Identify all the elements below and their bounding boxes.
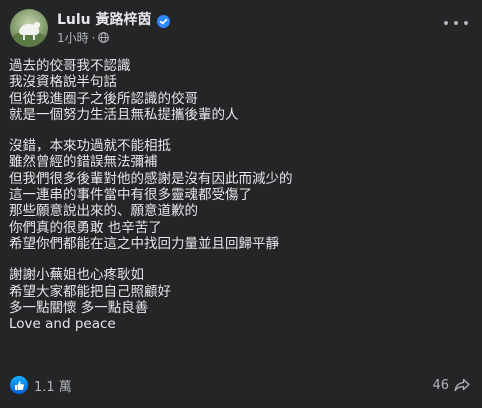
share-arrow-icon[interactable] xyxy=(454,378,470,392)
post-paragraph: 沒錯，本來功過就不能相抵 雖然曾經的錯誤無法彌補 但我們很多後輩對他的感謝是沒有… xyxy=(9,138,469,252)
more-dot xyxy=(464,21,468,25)
post-line: 謝謝小蕪姐也心疼耿如 xyxy=(9,267,144,284)
more-dot xyxy=(444,21,448,25)
post-footer: 1.1 萬 46 xyxy=(10,374,470,396)
globe-icon[interactable] xyxy=(98,32,110,43)
post-card: Lulu 黃路梓茵 1小時 · 過去的佼哥我不認識 我沒資格說半句話 但從我進圈… xyxy=(0,0,482,408)
avatar[interactable] xyxy=(10,9,48,47)
share-count[interactable]: 46 xyxy=(432,378,449,393)
post-line: 雖然曾經的錯誤無法彌補 xyxy=(9,154,158,171)
shares-summary[interactable]: 46 xyxy=(432,378,470,393)
post-line: 就是一個努力生活且無私提攜後輩的人 xyxy=(9,106,239,123)
post-header: Lulu 黃路梓茵 1小時 · xyxy=(10,8,170,48)
post-meta: Lulu 黃路梓茵 1小時 · xyxy=(57,10,170,47)
verified-badge-icon xyxy=(156,13,170,28)
post-line: 多一點關懷 多一點良善 xyxy=(9,299,149,316)
post-line: 希望你們都能在這之中找回力量並且回歸平靜 xyxy=(9,235,279,252)
post-timestamp[interactable]: 1小時 xyxy=(57,29,89,46)
reaction-count[interactable]: 1.1 萬 xyxy=(34,376,72,395)
post-line: 但從我進圈子之後所認識的佼哥 xyxy=(9,90,198,107)
post-line: 這一連串的事件當中有很多靈魂都受傷了 xyxy=(9,187,252,204)
post-paragraph: 過去的佼哥我不認識 我沒資格說半句話 但從我進圈子之後所認識的佼哥 就是一個努力… xyxy=(9,58,469,123)
more-dot xyxy=(454,21,458,25)
post-line: 過去的佼哥我不認識 xyxy=(9,58,131,74)
post-line: 但我們很多後輩對他的感謝是沒有因此而減少的 xyxy=(9,170,293,187)
post-body: 過去的佼哥我不認識 我沒資格說半句話 但從我進圈子之後所認識的佼哥 就是一個努力… xyxy=(9,58,469,332)
separator: · xyxy=(91,30,96,45)
like-icon xyxy=(10,376,28,394)
post-line: Love and peace xyxy=(9,316,116,333)
post-line: 沒錯，本來功過就不能相抵 xyxy=(9,138,171,155)
post-paragraph: 謝謝小蕪姐也心疼耿如 希望大家都能把自己照顧好 多一點關懷 多一點良善 Love… xyxy=(9,267,469,332)
author-row: Lulu 黃路梓茵 xyxy=(57,10,170,29)
post-subtitle: 1小時 · xyxy=(57,29,170,47)
reactions-summary[interactable]: 1.1 萬 xyxy=(10,376,72,395)
avatar-image xyxy=(12,21,46,47)
more-options-icon[interactable] xyxy=(444,16,468,30)
post-line: 你們真的很勇敢 也辛苦了 xyxy=(9,219,162,236)
post-line: 我沒資格說半句話 xyxy=(9,74,117,91)
post-line: 希望大家都能把自己照顧好 xyxy=(9,283,171,300)
post-line: 那些願意說出來的、願意道歉的 xyxy=(9,203,198,220)
author-name[interactable]: Lulu 黃路梓茵 xyxy=(57,9,152,29)
